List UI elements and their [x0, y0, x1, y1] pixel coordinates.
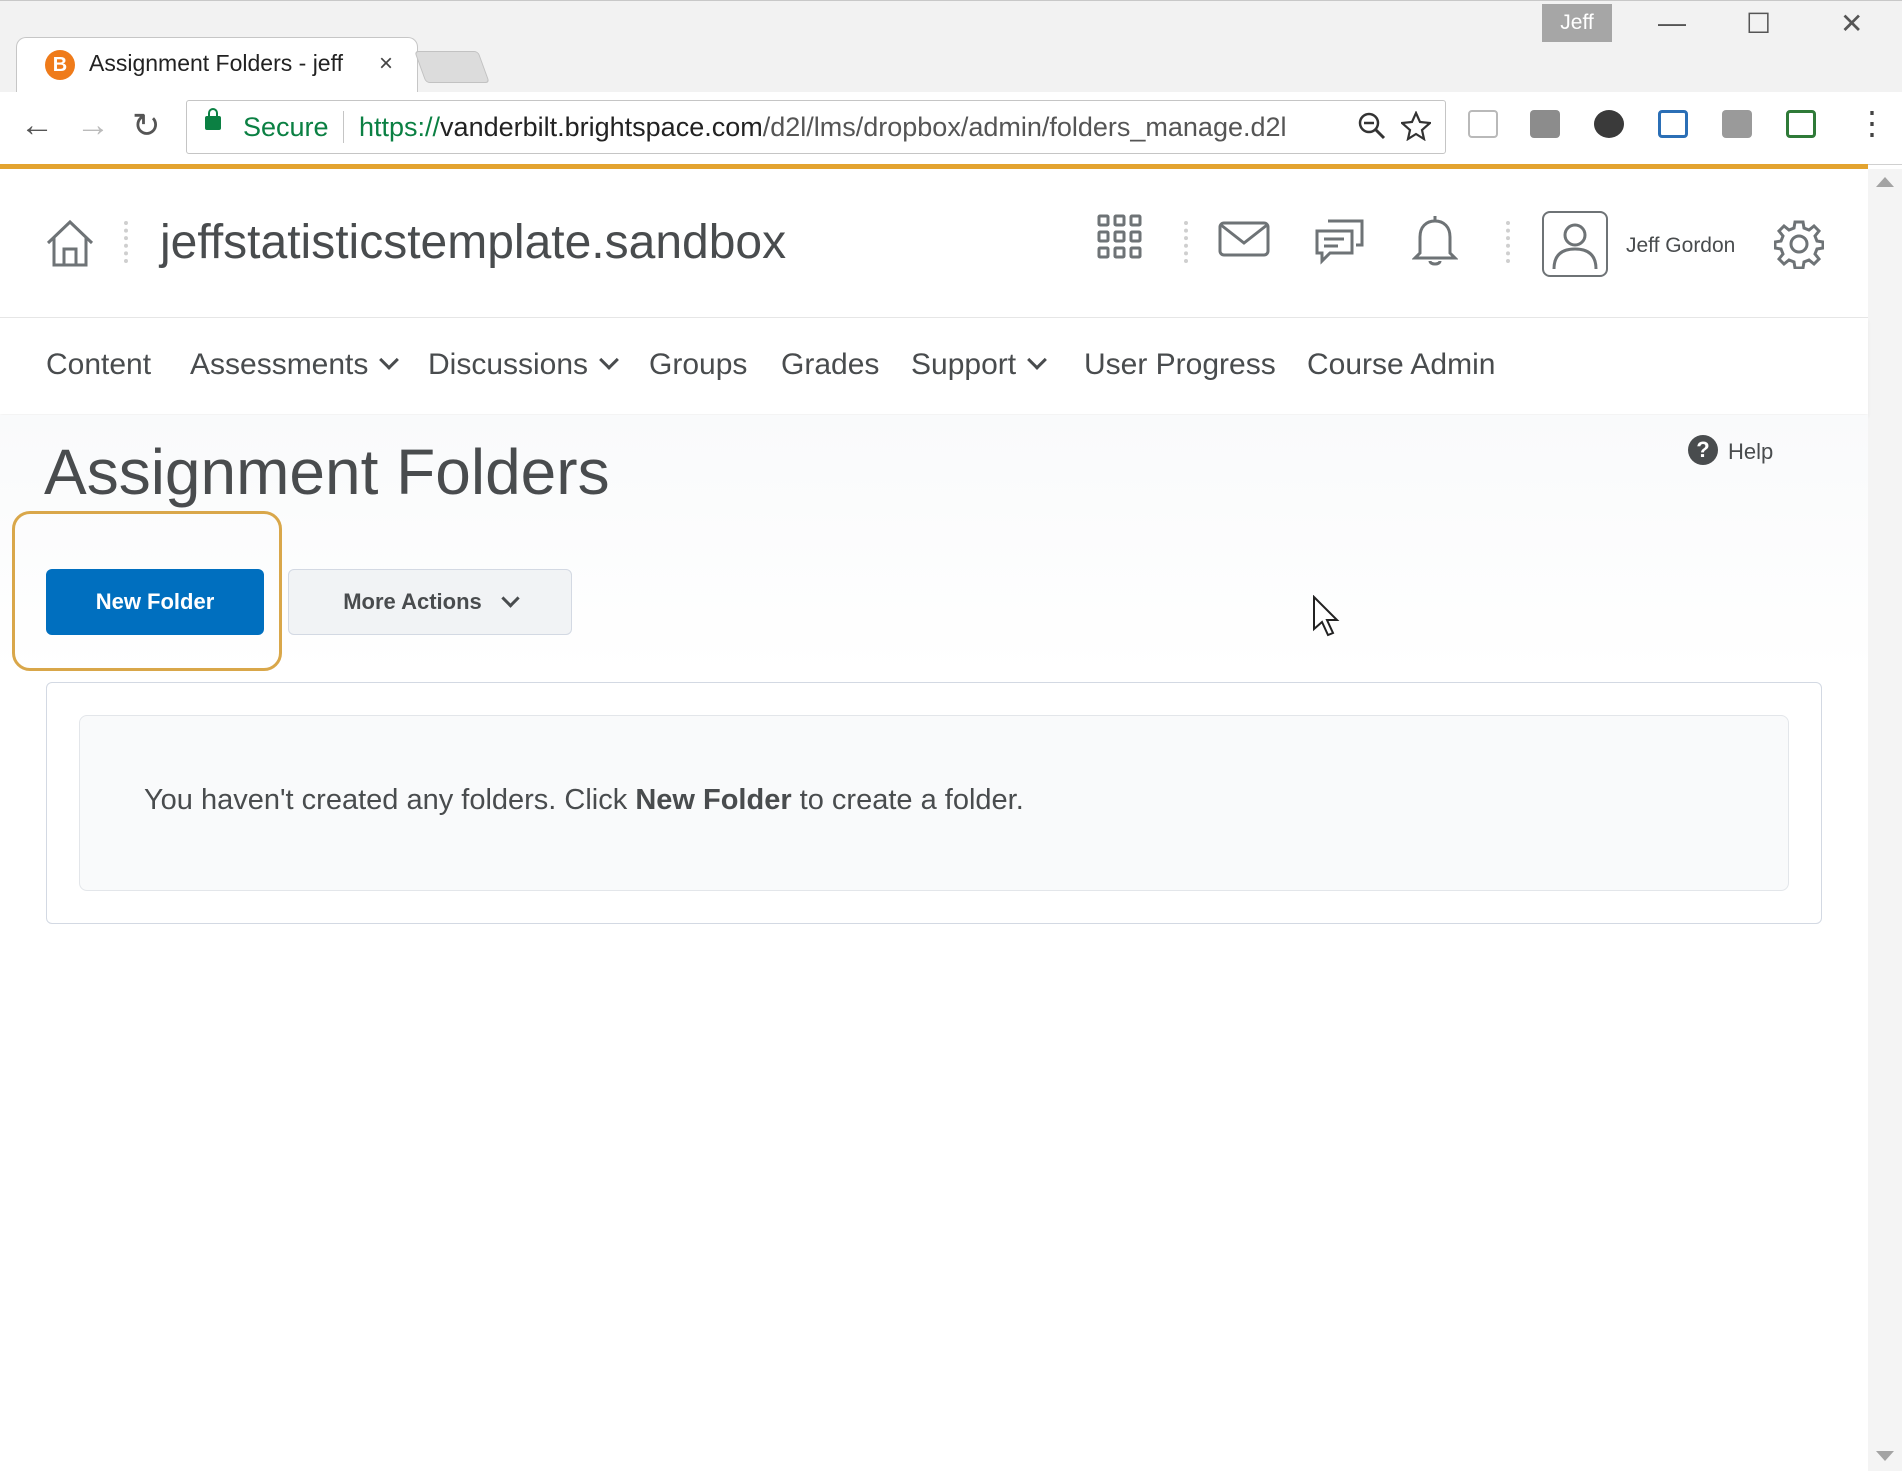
url-text[interactable]: https://vanderbilt.brightspace.com/d2l/l…	[359, 112, 1339, 143]
mail-icon[interactable]	[1218, 221, 1270, 262]
main-content: Assignment Folders ? Help New Folder Mor…	[0, 415, 1868, 1471]
new-tab-button[interactable]	[414, 51, 490, 83]
chat-icon[interactable]	[1314, 217, 1366, 270]
nav-item-assessments[interactable]: Assessments	[190, 348, 400, 382]
settings-gear-icon[interactable]	[1773, 219, 1825, 274]
nav-item-support[interactable]: Support	[911, 348, 1047, 382]
empty-state-box: You haven't created any folders. Click N…	[79, 715, 1789, 891]
username[interactable]: Jeff Gordon	[1626, 234, 1735, 258]
nav-item-discussions[interactable]: Discussions	[428, 348, 619, 382]
browser-menu-icon[interactable]: ⋮	[1856, 104, 1888, 142]
browser-toolbar: ← → ↻ Secure https://vanderbilt.brightsp…	[0, 92, 1902, 165]
browser-tab[interactable]: B Assignment Folders - jeff ×	[16, 37, 418, 94]
empty-msg-bold: New Folder	[635, 784, 792, 816]
vertical-scrollbar[interactable]	[1868, 169, 1902, 1471]
empty-state-message: You haven't created any folders. Click N…	[144, 784, 1024, 817]
url-scheme: https://	[359, 112, 441, 142]
extension-b-icon[interactable]	[1468, 110, 1498, 138]
screen-capture-icon[interactable]	[1658, 110, 1688, 138]
help-link[interactable]: ? Help	[1688, 435, 1774, 465]
nav-item-label: Discussions	[428, 348, 589, 381]
chevron-down-icon	[379, 350, 400, 370]
maximize-icon[interactable]: ☐	[1746, 7, 1771, 40]
url-path: /d2l/lms/dropbox/admin/folders_manage.d2…	[762, 112, 1287, 142]
help-label: Help	[1728, 439, 1774, 464]
nav-item-label: Support	[911, 348, 1017, 381]
bookmark-star-icon[interactable]	[1399, 110, 1433, 148]
secure-label: Secure	[243, 112, 329, 142]
lock-icon	[205, 108, 221, 130]
chevron-down-icon	[1027, 350, 1047, 370]
reload-icon[interactable]: ↻	[132, 106, 161, 146]
new-folder-button[interactable]: New Folder	[46, 569, 264, 635]
nav-item-grades[interactable]: Grades	[781, 348, 879, 382]
cast-extension-icon[interactable]	[1722, 110, 1752, 138]
course-selector-grid-icon[interactable]	[1096, 213, 1144, 266]
mouse-cursor-icon	[1312, 594, 1340, 642]
more-actions-button[interactable]: More Actions	[288, 569, 572, 635]
tab-close-icon[interactable]: ×	[379, 50, 393, 78]
page-title: Assignment Folders	[44, 436, 610, 508]
minimize-icon[interactable]: —	[1658, 7, 1686, 39]
nav-item-label: Grades	[781, 348, 880, 381]
evernote-extension-icon[interactable]	[1594, 110, 1624, 138]
avatar[interactable]	[1542, 211, 1608, 277]
more-actions-label: More Actions	[343, 589, 482, 614]
back-arrow-icon[interactable]: ←	[20, 106, 54, 145]
folders-panel: You haven't created any folders. Click N…	[46, 682, 1822, 924]
nav-item-content[interactable]: Content	[46, 348, 151, 382]
empty-msg-prefix: You haven't created any folders. Click	[144, 784, 636, 816]
header-separator	[1184, 221, 1192, 263]
zoom-icon[interactable]	[1357, 111, 1387, 148]
extension-gray-icon[interactable]	[1530, 110, 1560, 138]
window-close-icon[interactable]: ✕	[1840, 7, 1863, 40]
forward-arrow-icon[interactable]: →	[76, 106, 110, 145]
omnibox-divider	[343, 111, 344, 143]
help-question-icon: ?	[1688, 435, 1718, 465]
home-icon[interactable]	[44, 217, 96, 274]
nav-item-label: Content	[46, 348, 152, 381]
course-navbar: Content Assessments Discussions Groups G…	[0, 318, 1868, 414]
nav-item-label: User Progress	[1084, 348, 1276, 381]
browser-titlebar: B Assignment Folders - jeff × Jeff — ☐ ✕	[0, 0, 1902, 94]
nav-item-label: Course Admin	[1307, 348, 1496, 381]
empty-msg-suffix: to create a folder.	[791, 784, 1024, 816]
header-separator	[124, 221, 132, 263]
scroll-up-icon[interactable]	[1876, 177, 1894, 187]
course-header: jeffstatisticstemplate.sandbox Jeff Gord…	[0, 169, 1868, 318]
nav-item-user-progress[interactable]: User Progress	[1084, 348, 1276, 382]
chevron-down-icon	[501, 588, 520, 608]
brightspace-favicon-icon: B	[45, 50, 75, 80]
notification-bell-icon[interactable]	[1411, 215, 1459, 272]
fullscreen-extension-icon[interactable]	[1786, 110, 1816, 138]
org-title[interactable]: jeffstatisticstemplate.sandbox	[160, 215, 786, 270]
url-host: vanderbilt.brightspace.com	[440, 112, 763, 142]
nav-item-groups[interactable]: Groups	[649, 348, 747, 382]
tab-title: Assignment Folders - jeff	[89, 50, 343, 76]
scroll-down-icon[interactable]	[1876, 1451, 1894, 1461]
nav-item-course-admin[interactable]: Course Admin	[1307, 348, 1495, 382]
profile-badge[interactable]: Jeff	[1542, 4, 1612, 42]
nav-item-label: Groups	[649, 348, 748, 381]
address-bar[interactable]: Secure https://vanderbilt.brightspace.co…	[186, 100, 1446, 154]
nav-item-label: Assessments	[190, 348, 369, 381]
header-separator	[1506, 221, 1514, 263]
chevron-down-icon	[599, 350, 619, 370]
